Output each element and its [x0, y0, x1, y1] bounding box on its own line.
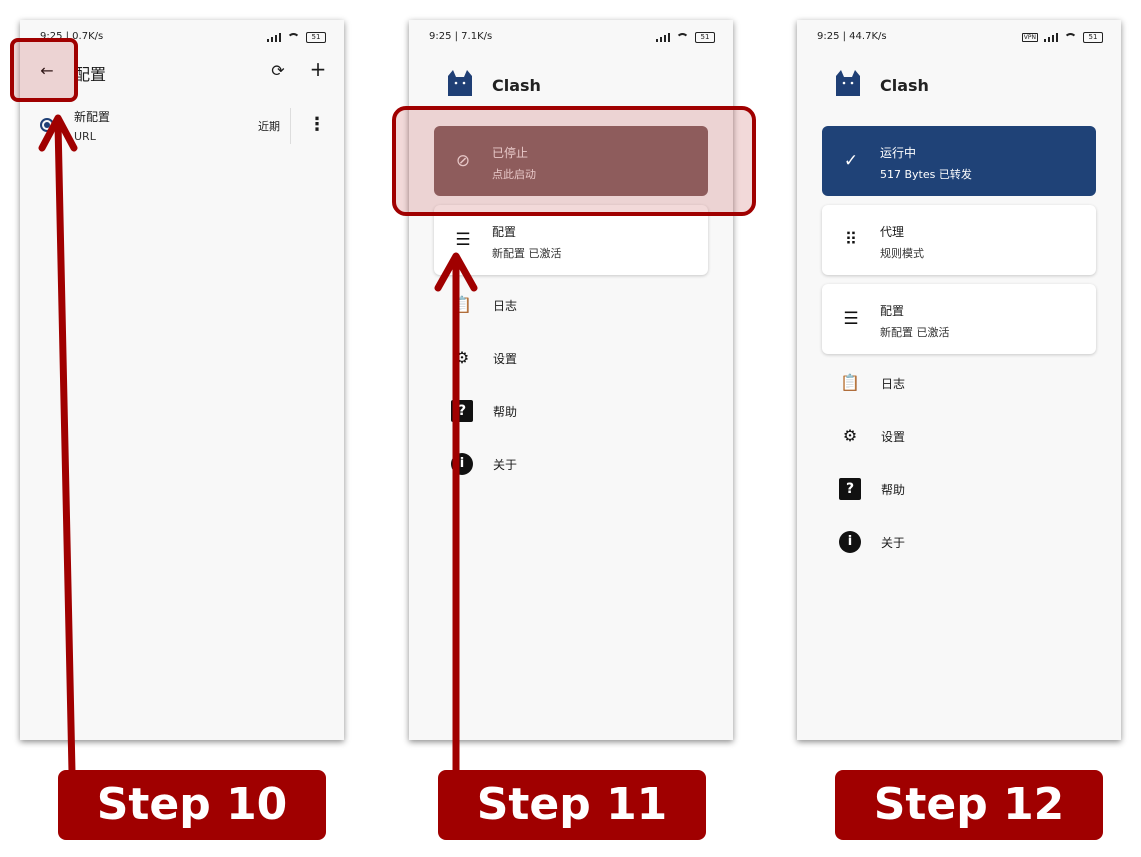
step-label-12: Step 12	[835, 770, 1103, 840]
step-label-10: Step 10	[58, 770, 326, 840]
annotation-arrows	[38, 114, 478, 776]
arrow-step-10	[54, 120, 76, 776]
step-label-11: Step 11	[438, 770, 706, 840]
